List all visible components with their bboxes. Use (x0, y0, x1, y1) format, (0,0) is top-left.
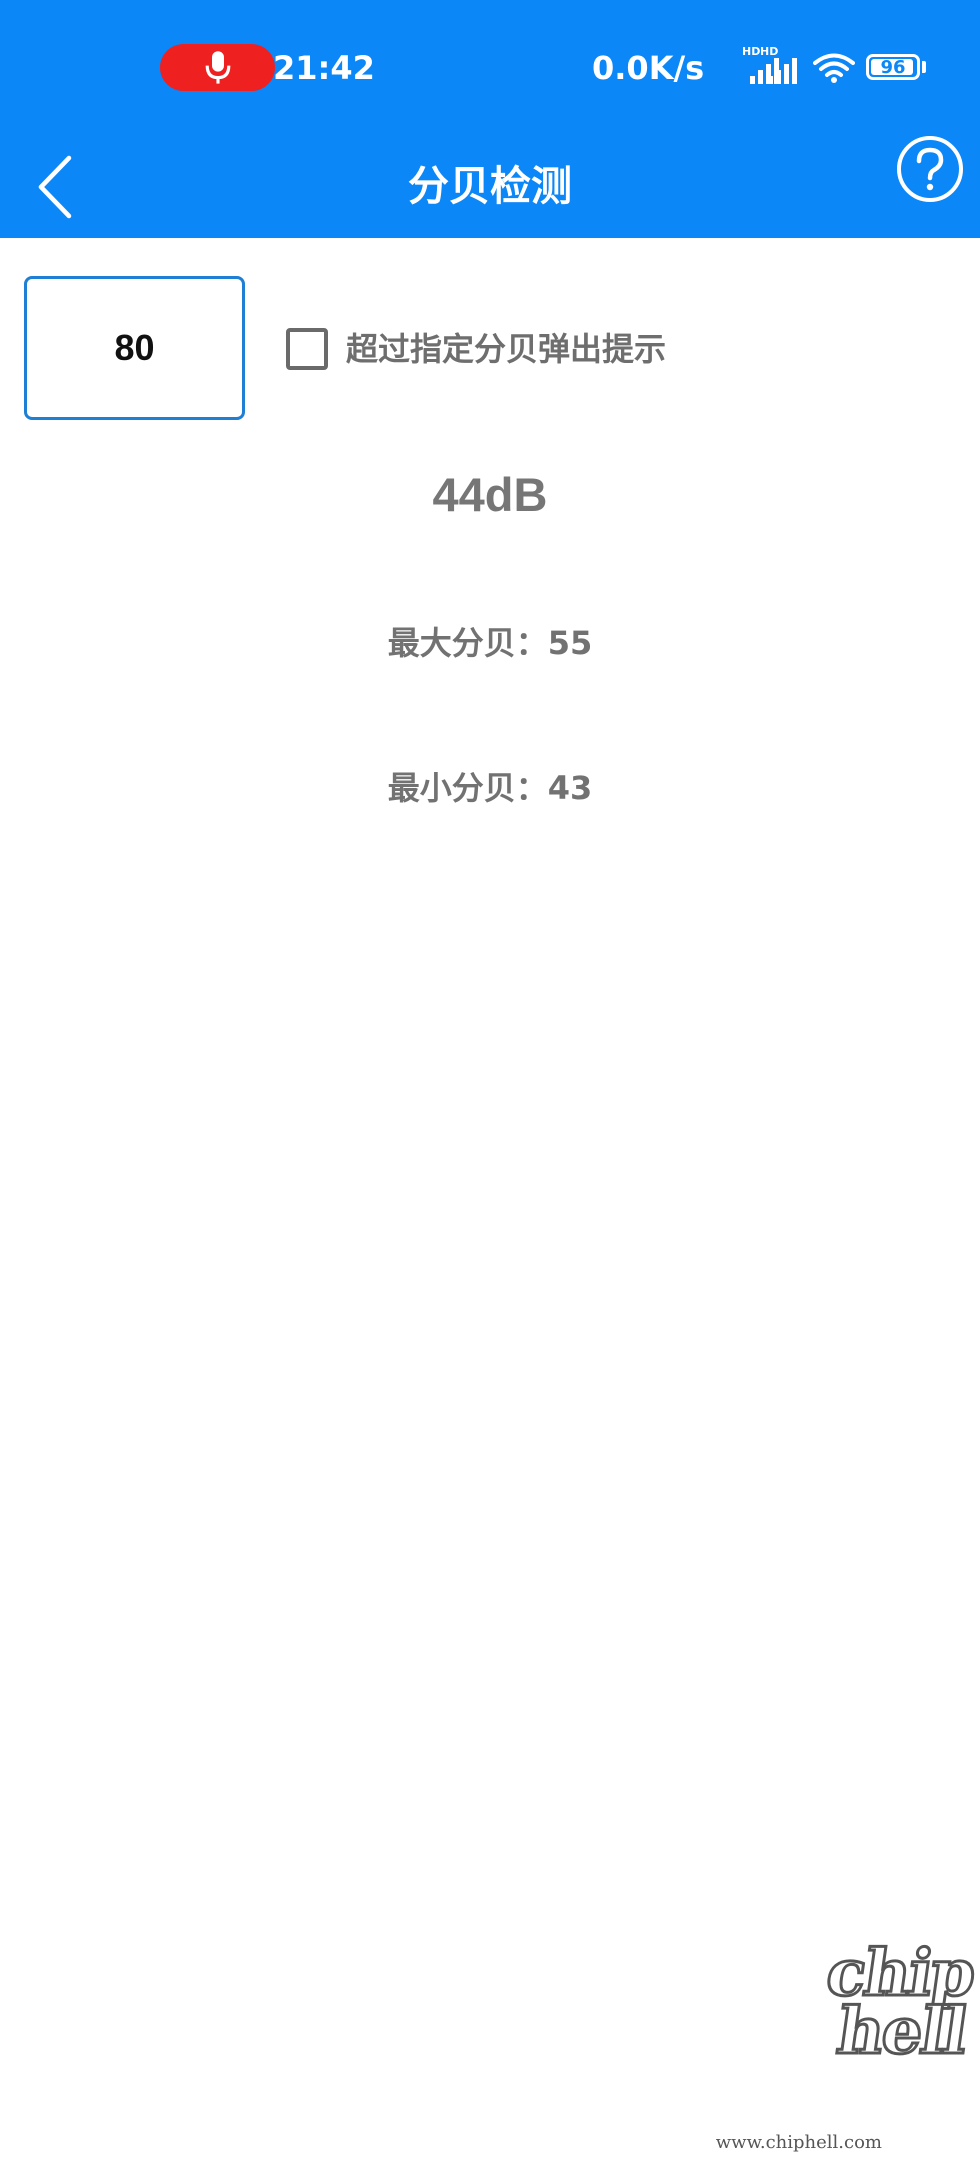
microphone-icon (205, 50, 230, 84)
threshold-input[interactable] (24, 276, 245, 420)
app-bar: 分贝检测 (0, 135, 980, 238)
battery-level: 96 (880, 56, 906, 78)
help-button[interactable] (893, 132, 967, 206)
alert-checkbox-label: 超过指定分贝弹出提示 (346, 330, 667, 368)
recording-indicator[interactable] (160, 44, 275, 91)
page-title: 分贝检测 (408, 162, 572, 210)
current-decibel: 44dB (432, 468, 548, 521)
network-speed: 0.0K/s (592, 49, 705, 87)
status-bar: 21:42 0.0K/s HD 96 (0, 0, 980, 135)
battery-icon: 96 (866, 54, 920, 80)
min-decibel: 最小分贝：43 (387, 769, 593, 807)
wifi-icon (813, 52, 855, 84)
status-time: 21:42 (273, 49, 375, 87)
watermark-logo: chip hell (815, 1935, 980, 2071)
cell-signal-2-icon-visible: HD (760, 46, 808, 84)
hd-badge-2: HD (760, 45, 779, 58)
battery-tip (922, 61, 926, 73)
max-decibel: 最大分贝：55 (387, 624, 593, 662)
watermark-url: www.chiphell.com (715, 2132, 882, 2153)
watermark: chip hell www.chiphell.com (716, 1935, 980, 2165)
watermark-logo-line-2: hell (831, 1993, 972, 2071)
alert-checkbox[interactable] (286, 328, 328, 370)
question-circle-icon (897, 136, 963, 202)
